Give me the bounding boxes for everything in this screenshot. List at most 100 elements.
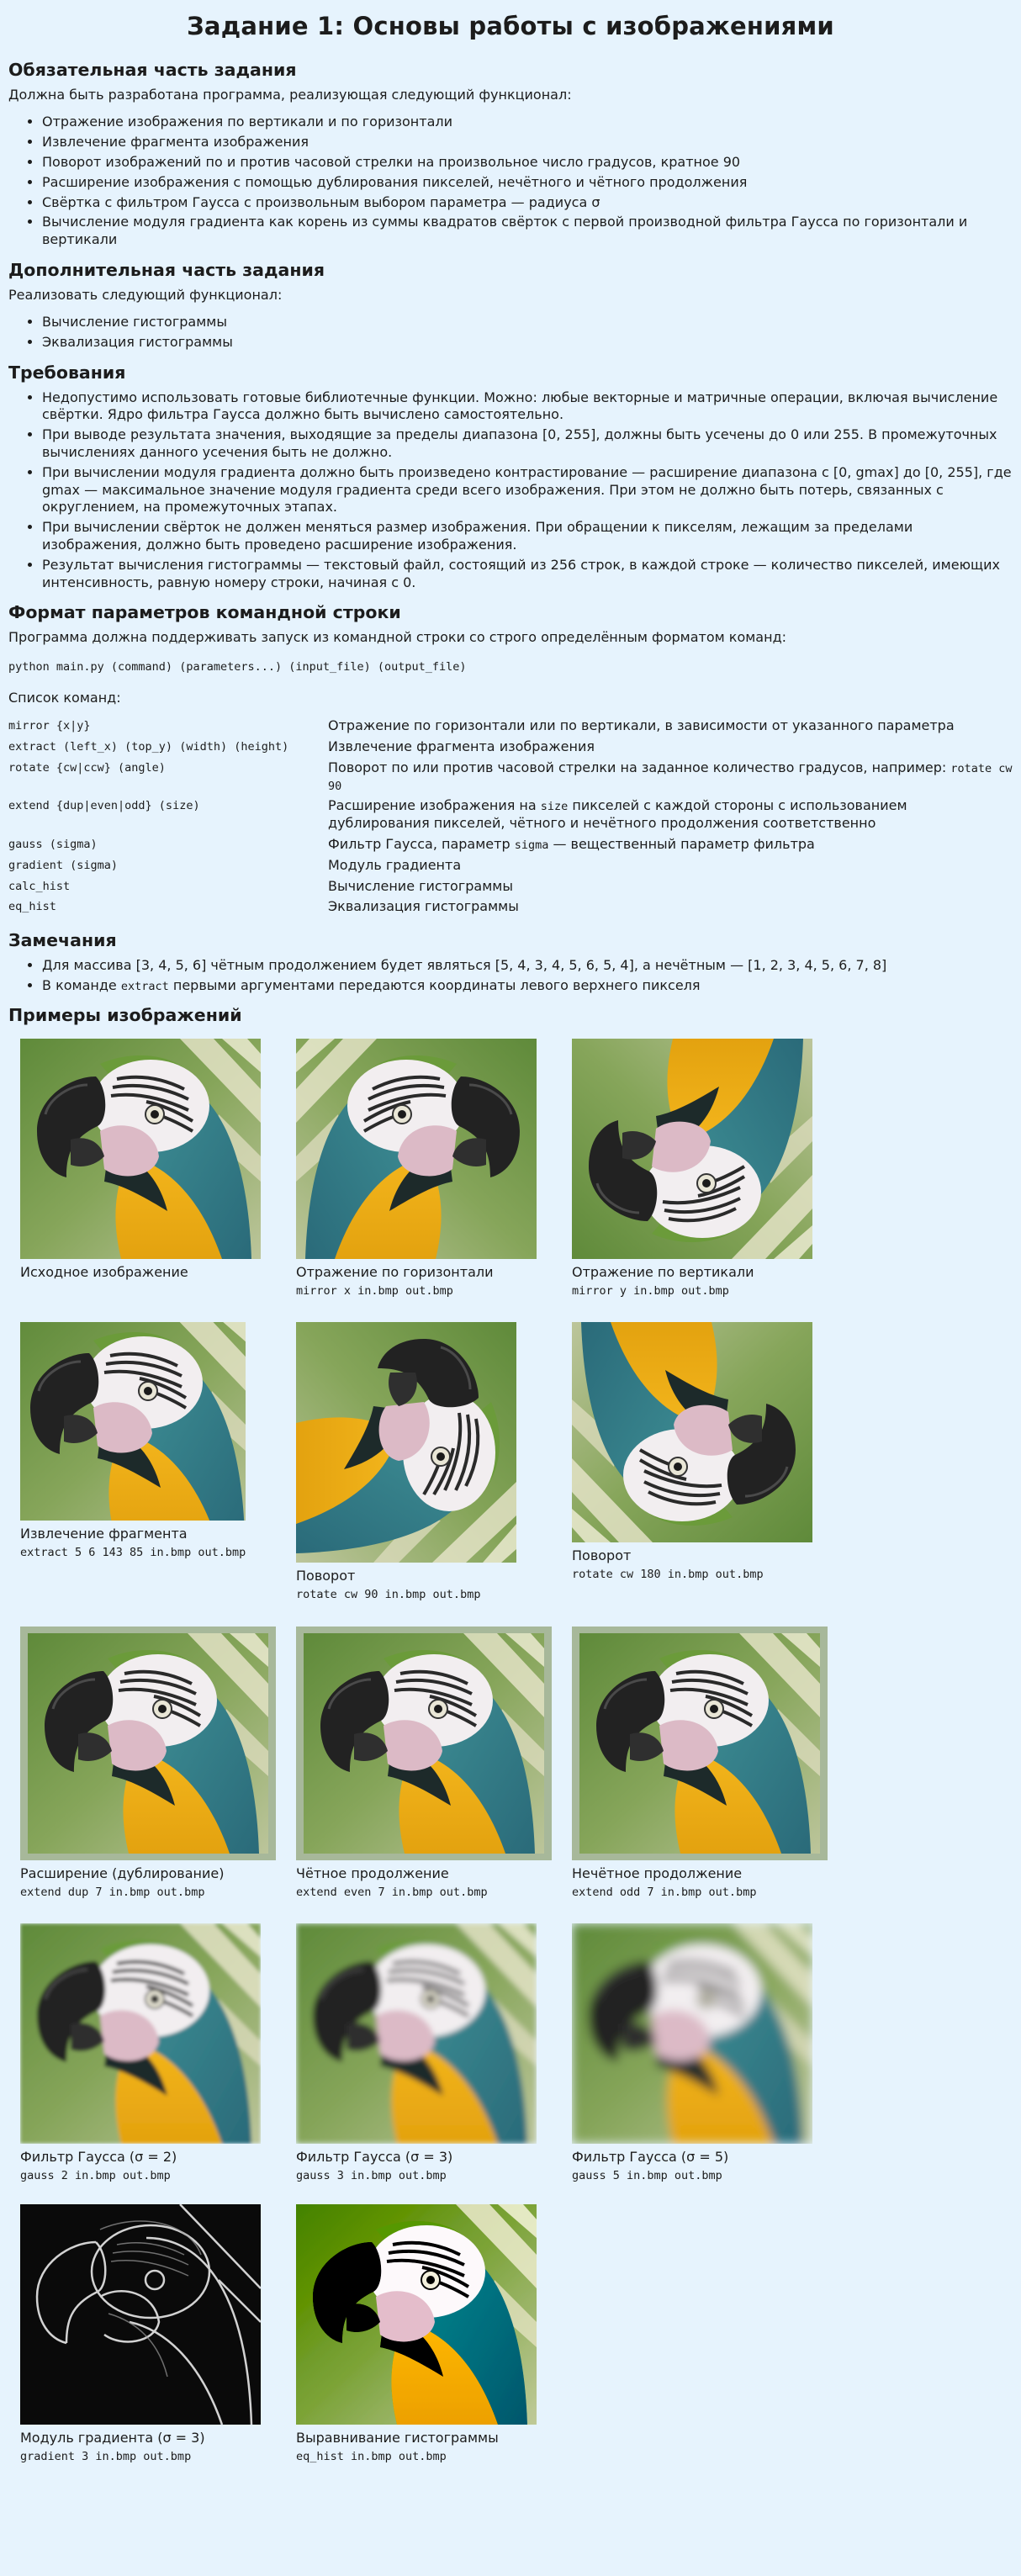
example-caption: Чётное продолжение (296, 1865, 449, 1882)
table-row: rotate {cw|ccw} (angle) Поворот по или п… (8, 759, 1013, 798)
list-item: Свёртка с фильтром Гаусса с произвольным… (42, 194, 1013, 212)
example-caption: Исходное изображение (20, 1264, 188, 1281)
example-caption: Расширение (дублирование) (20, 1865, 225, 1882)
parrot-image (20, 1627, 276, 1861)
list-item: Эквализация гистограммы (42, 334, 1013, 352)
example-rotate-180: Поворот rotate cw 180 in.bmp out.bmp (572, 1322, 841, 1582)
command-description: Поворот по или против часовой стрелки на… (328, 759, 1013, 798)
example-command: eq_hist in.bmp out.bmp (296, 2449, 447, 2463)
example-command: gauss 2 in.bmp out.bmp (20, 2168, 171, 2182)
table-row: gradient (sigma) Модуль градиента (8, 857, 1013, 878)
example-caption: Фильтр Гаусса (σ = 3) (296, 2149, 453, 2166)
list-item: Результат вычисления гистограммы — текст… (42, 557, 1013, 592)
example-caption: Фильтр Гаусса (σ = 2) (20, 2149, 177, 2166)
command-syntax: extend {dup|even|odd} (size) (8, 799, 200, 813)
parrot-image (20, 1322, 246, 1521)
parrot-image (296, 1923, 537, 2145)
command-syntax: gauss (sigma) (8, 838, 98, 852)
list-item: В команде extract первыми аргументами пе… (42, 977, 1013, 995)
example-gauss-5: Фильтр Гаусса (σ = 5) gauss 5 in.bmp out… (572, 1923, 841, 2183)
command-syntax: eq_hist (8, 900, 56, 914)
inline-code: size (540, 800, 569, 814)
example-caption: Модуль градиента (σ = 3) (20, 2430, 205, 2446)
inline-code: sigma (514, 838, 549, 853)
examples-gallery: Исходное изображение Отражение по горизо… (8, 1035, 1013, 2524)
table-row: eq_hist Эквализация гистограммы (8, 898, 1013, 919)
requirements-list: Недопустимо использовать готовые библиот… (8, 389, 1013, 592)
list-item: Отражение изображения по вертикали и по … (42, 114, 1013, 131)
command-description: Отражение по горизонтали или по вертикал… (328, 717, 955, 734)
mandatory-intro: Должна быть разработана программа, реали… (8, 86, 572, 103)
example-command: rotate cw 180 in.bmp out.bmp (572, 1567, 764, 1581)
extra-heading: Дополнительная часть задания (8, 260, 325, 281)
parrot-image (296, 2204, 537, 2425)
command-description: Вычисление гистограммы (328, 877, 513, 894)
example-rotate-90: Поворот rotate cw 90 in.bmp out.bmp (296, 1322, 565, 1602)
list-item: Извлечение фрагмента изображения (42, 134, 1013, 151)
list-item: При вычислении модуля градиента должно б… (42, 464, 1013, 516)
example-extend-odd: Нечётное продолжение extend odd 7 in.bmp… (572, 1627, 841, 1900)
command-syntax: calc_hist (8, 879, 71, 893)
mandatory-list: Отражение изображения по вертикали и по … (8, 114, 1013, 249)
command-syntax: rotate {cw|ccw} (angle) (8, 760, 166, 775)
list-item: Недопустимо использовать готовые библиот… (42, 389, 1013, 425)
command-description: Извлечение фрагмента изображения (328, 738, 595, 755)
example-caption: Извлечение фрагмента (20, 1526, 188, 1542)
example-original: Исходное изображение (20, 1039, 289, 1282)
example-gauss-2: Фильтр Гаусса (σ = 2) gauss 2 in.bmp out… (20, 1923, 289, 2183)
table-row: calc_hist Вычисление гистограммы (8, 878, 1013, 899)
example-command: extract 5 6 143 85 in.bmp out.bmp (20, 1545, 246, 1559)
example-command: mirror y in.bmp out.bmp (572, 1283, 729, 1298)
page-title: Задание 1: Основы работы с изображениями (187, 12, 834, 40)
table-row: gauss (sigma) Фильтр Гаусса, параметр si… (8, 836, 1013, 857)
examples-heading: Примеры изображений (8, 1005, 242, 1026)
gradient-image (20, 2204, 261, 2425)
command-description: Расширение изображения на size пикселей … (328, 797, 1013, 836)
parrot-image (296, 1039, 537, 1260)
example-command: gradient 3 in.bmp out.bmp (20, 2449, 192, 2463)
parrot-image (296, 1627, 552, 1861)
cli-intro: Программа должна поддерживать запуск из … (8, 629, 787, 646)
list-item: Вычисление модуля градиента как корень и… (42, 214, 1013, 249)
example-caption: Поворот (572, 1547, 632, 1564)
example-caption: Нечётное продолжение (572, 1865, 743, 1882)
parrot-image (296, 1322, 516, 1563)
example-mirror-y: Отражение по вертикали mirror y in.bmp o… (572, 1039, 841, 1299)
requirements-heading: Требования (8, 362, 126, 383)
example-command: mirror x in.bmp out.bmp (296, 1283, 453, 1298)
note-text: первыми аргументами передаются координат… (172, 976, 701, 993)
list-item: Для массива [3, 4, 5, 6] чётным продолже… (42, 957, 1013, 975)
example-gauss-3: Фильтр Гаусса (σ = 3) gauss 3 in.bmp out… (296, 1923, 565, 2183)
table-row: mirror {x|y} Отражение по горизонтали ил… (8, 717, 1013, 738)
command-description: Фильтр Гаусса, параметр sigma — веществе… (328, 836, 1013, 857)
example-command: extend dup 7 in.bmp out.bmp (20, 1885, 205, 1899)
example-mirror-x: Отражение по горизонтали mirror x in.bmp… (296, 1039, 565, 1299)
list-item: Поворот изображений по и против часовой … (42, 154, 1013, 172)
example-extend-dup: Расширение (дублирование) extend dup 7 i… (20, 1627, 289, 1900)
example-caption: Выравнивание гистограммы (296, 2430, 499, 2446)
extra-list: Вычисление гистограммы Эквализация гисто… (8, 314, 1013, 352)
example-command: extend even 7 in.bmp out.bmp (296, 1885, 488, 1899)
example-eq-hist: Выравнивание гистограммы eq_hist in.bmp … (296, 2204, 565, 2464)
example-extend-even: Чётное продолжение extend even 7 in.bmp … (296, 1627, 565, 1900)
parrot-image (20, 1923, 261, 2145)
list-item: Расширение изображения с помощью дублиро… (42, 174, 1013, 192)
desc-text: Поворот по или против часовой стрелки на… (328, 759, 947, 775)
desc-text: — вещественный параметр фильтра (553, 836, 815, 853)
command-description: Эквализация гистограммы (328, 898, 519, 915)
command-syntax: gradient (sigma) (8, 858, 119, 872)
desc-text: Фильтр Гаусса, параметр (328, 836, 511, 853)
note-text: В команде (42, 976, 117, 993)
example-caption: Фильтр Гаусса (σ = 5) (572, 2149, 729, 2166)
command-syntax: extract (left_x) (top_y) (width) (height… (8, 740, 289, 754)
example-gradient: Модуль градиента (σ = 3) gradient 3 in.b… (20, 2204, 289, 2464)
example-command: extend odd 7 in.bmp out.bmp (572, 1885, 757, 1899)
commands-table: mirror {x|y} Отражение по горизонтали ил… (8, 717, 1013, 919)
list-item: Вычисление гистограммы (42, 314, 1013, 331)
example-caption: Поворот (296, 1568, 356, 1584)
example-command: gauss 5 in.bmp out.bmp (572, 2168, 722, 2182)
list-item: При вычислении свёрток не должен менятьс… (42, 519, 1013, 554)
cli-heading: Формат параметров командной строки (8, 602, 401, 623)
parrot-image (20, 1039, 261, 1260)
example-caption: Отражение по горизонтали (296, 1264, 494, 1281)
